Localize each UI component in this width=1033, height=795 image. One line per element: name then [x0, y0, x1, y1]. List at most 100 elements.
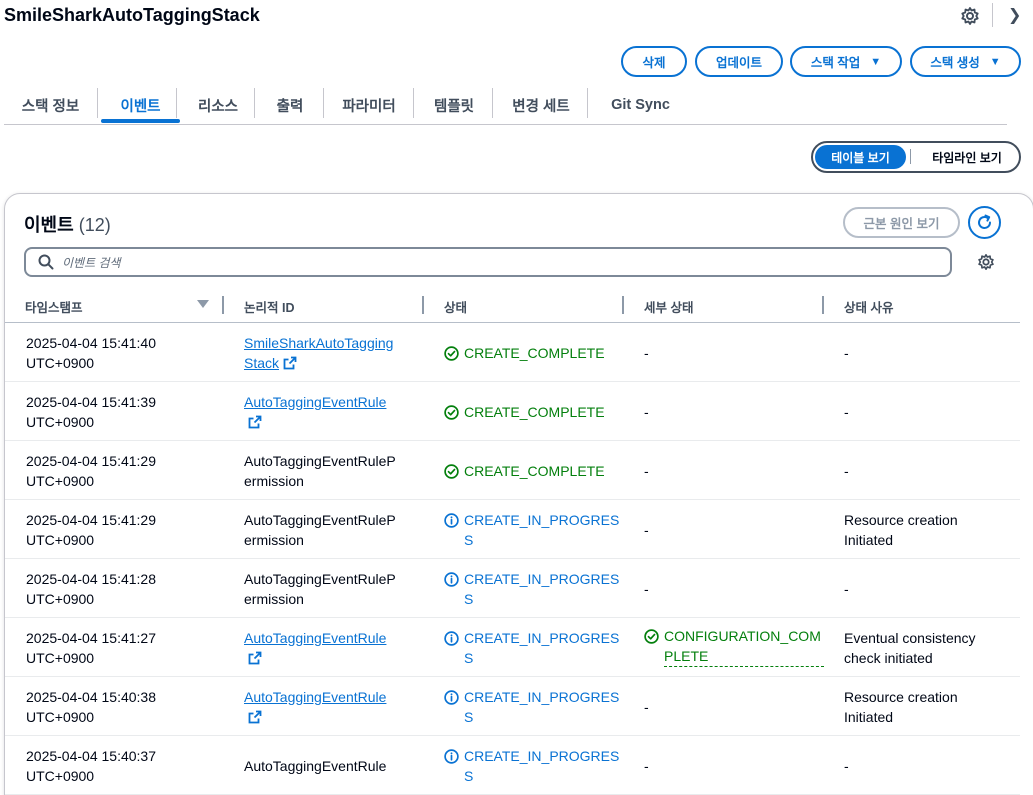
stack-actions-button[interactable]: 스택 작업 ▼ [790, 46, 902, 77]
status-reason: Resource creation Initiated [844, 688, 958, 725]
status-reason: - [844, 344, 849, 361]
delete-button[interactable]: 삭제 [621, 46, 687, 77]
detailed-status: - [644, 698, 649, 715]
detailed-status: - [644, 462, 649, 479]
external-link-icon [283, 356, 297, 369]
logical-id[interactable]: AutoTaggingEventRule [244, 687, 386, 727]
status-reason: - [844, 462, 849, 479]
events-count: (12) [78, 215, 111, 235]
events-title: 이벤트 (12) [24, 215, 111, 235]
event-timestamp: 2025-04-04 15:40:38 UTC+0900 [26, 688, 156, 725]
status-success-icon [444, 345, 459, 361]
tab-outputs[interactable]: 출력 [256, 86, 324, 124]
status-indicator: CREATE_IN_PROGRESS [444, 746, 624, 786]
status-indicator: CREATE_COMPLETE [444, 343, 624, 363]
update-label: 업데이트 [715, 56, 762, 70]
toggle-divider [910, 149, 911, 164]
status-reason: - [844, 580, 849, 597]
event-timestamp: 2025-04-04 15:40:37 UTC+0900 [26, 747, 156, 784]
stack-tabs: 스택 정보 이벤트 리소스 출력 파라미터 템플릿 변경 세트 Git Sync [4, 86, 1007, 125]
event-timestamp: 2025-04-04 15:41:29 UTC+0900 [26, 452, 156, 489]
tab-separator [254, 88, 255, 118]
status-indicator: CREATE_IN_PROGRESS [444, 628, 624, 668]
status-reason: - [844, 403, 849, 420]
status-indicator: CREATE_IN_PROGRESS [444, 510, 624, 550]
column-resizer[interactable] [622, 296, 624, 314]
create-stack-label: 스택 생성 [930, 56, 980, 70]
status-info-icon [444, 748, 459, 764]
status-reason: Resource creation Initiated [844, 511, 958, 548]
refresh-icon [978, 214, 991, 229]
event-timestamp: 2025-04-04 15:41:28 UTC+0900 [26, 570, 156, 607]
root-cause-button[interactable]: 근본 원인 보기 [843, 207, 960, 238]
tab-resources[interactable]: 리소스 [180, 86, 256, 124]
detailed-status: - [644, 521, 649, 538]
header-divider [992, 3, 993, 27]
tab-parameters[interactable]: 파라미터 [324, 86, 414, 124]
column-header-status[interactable]: 상태 [444, 297, 467, 316]
column-resizer[interactable] [422, 296, 424, 314]
event-search[interactable] [24, 247, 952, 277]
column-resizer[interactable] [822, 296, 824, 314]
status-info-icon [444, 630, 459, 646]
logical-id: AutoTaggingEventRuleP ermission [244, 570, 396, 607]
status-text: CREATE_IN_PROGRESS [464, 629, 620, 666]
caret-down-icon: ▼ [870, 55, 882, 68]
refresh-button[interactable] [968, 206, 1001, 239]
status-indicator: CREATE_COMPLETE [444, 402, 624, 422]
stack-title: SmileSharkAutoTaggingStack [4, 5, 260, 25]
tab-separator [176, 88, 177, 118]
sort-down-icon[interactable] [197, 300, 209, 308]
event-timestamp: 2025-04-04 15:41:27 UTC+0900 [26, 629, 156, 666]
search-input[interactable] [62, 253, 932, 273]
column-header-timestamp[interactable]: 타임스탬프 [25, 297, 83, 316]
status-text: CREATE_COMPLETE [464, 344, 605, 361]
logical-id-link-cont[interactable]: Stack [244, 355, 279, 371]
tab-separator [97, 88, 98, 118]
chevron-right-icon[interactable]: ❯ [1008, 5, 1021, 25]
timeline-view-toggle[interactable]: 타임라인 보기 [918, 145, 1016, 169]
status-reason: Eventual consistency check initiated [844, 629, 976, 666]
gear-icon[interactable] [977, 253, 995, 271]
column-header-status-reason[interactable]: 상태 사유 [844, 297, 893, 316]
event-timestamp: 2025-04-04 15:41:40 UTC+0900 [26, 334, 156, 371]
create-stack-button[interactable]: 스택 생성 ▼ [910, 46, 1021, 77]
logical-id-link[interactable]: AutoTaggingEventRule [244, 689, 386, 705]
status-info-icon [444, 571, 459, 587]
tab-template[interactable]: 템플릿 [414, 86, 494, 124]
status-reason: - [844, 757, 849, 774]
update-button[interactable]: 업데이트 [695, 46, 783, 77]
event-timestamp: 2025-04-04 15:41:39 UTC+0900 [26, 393, 156, 430]
logical-id[interactable]: SmileSharkAutoTagging Stack [244, 333, 393, 373]
column-header-logical-id[interactable]: 논리적 ID [244, 297, 294, 316]
status-info-icon [444, 689, 459, 705]
logical-id-link[interactable]: AutoTaggingEventRule [244, 394, 386, 410]
status-info-icon [444, 512, 459, 528]
gear-icon[interactable] [960, 6, 980, 26]
active-tab-indicator [101, 119, 180, 123]
tab-stack-info[interactable]: 스택 정보 [4, 86, 97, 124]
caret-down-icon: ▼ [989, 55, 1001, 68]
logical-id[interactable]: AutoTaggingEventRule [244, 628, 386, 668]
status-text: CREATE_IN_PROGRESS [464, 570, 620, 607]
external-link-icon [248, 651, 262, 664]
status-indicator: CREATE_IN_PROGRESS [444, 687, 624, 727]
status-text: CREATE_COMPLETE [464, 403, 605, 420]
status-indicator: CREATE_IN_PROGRESS [444, 569, 624, 609]
logical-id-link[interactable]: AutoTaggingEventRule [244, 630, 386, 646]
detailed-status: - [644, 757, 649, 774]
detailed-status-text[interactable]: CONFIGURATION_COMPLETE [664, 626, 824, 667]
column-resizer[interactable] [222, 296, 224, 314]
status-text: CREATE_COMPLETE [464, 462, 605, 479]
status-success-icon [444, 404, 459, 420]
detailed-status[interactable]: CONFIGURATION_COMPLETE [644, 626, 824, 667]
table-view-toggle[interactable]: 테이블 보기 [815, 145, 906, 169]
tab-change-sets[interactable]: 변경 세트 [494, 86, 588, 124]
tab-git-sync[interactable]: Git Sync [588, 86, 693, 124]
status-success-icon [644, 628, 659, 644]
logical-id-link[interactable]: SmileSharkAutoTagging [244, 335, 393, 351]
status-text: CREATE_IN_PROGRESS [464, 688, 620, 725]
logical-id[interactable]: AutoTaggingEventRule [244, 392, 386, 432]
detailed-status: - [644, 403, 649, 420]
column-header-detailed-status[interactable]: 세부 상태 [644, 297, 693, 316]
